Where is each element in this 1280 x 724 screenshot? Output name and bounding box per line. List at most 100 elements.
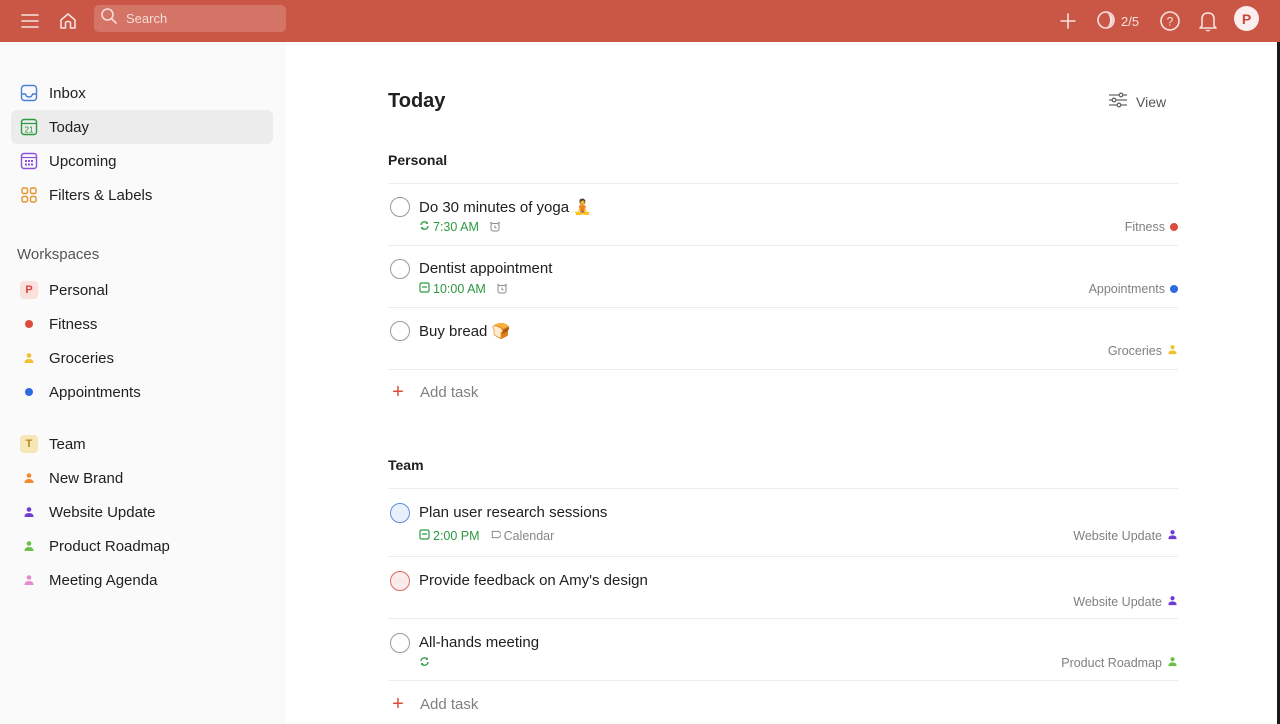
avatar[interactable]: P (1234, 6, 1259, 31)
home-icon[interactable] (55, 8, 81, 34)
sidebar-item-label: Product Roadmap (49, 537, 170, 555)
team-workspace-badge: T (20, 435, 38, 453)
page-title: Today (388, 90, 446, 112)
divider (388, 556, 1178, 557)
divider (388, 245, 1178, 246)
task-item: Provide feedback on Amy's design Website… (388, 571, 1178, 621)
sidebar-item-today[interactable]: 21 Today (11, 110, 273, 144)
task-project[interactable]: Website Update (1073, 595, 1178, 609)
search-placeholder: Search (126, 11, 168, 26)
divider (388, 369, 1178, 370)
task-project[interactable]: Website Update (1073, 529, 1178, 543)
task-project[interactable]: Fitness (1125, 220, 1178, 234)
project-product-roadmap[interactable]: Product Roadmap (11, 529, 273, 563)
recurring-icon (419, 220, 430, 234)
view-label: View (1136, 93, 1167, 110)
alarm-icon (489, 221, 501, 233)
task-project[interactable]: Groceries (1108, 344, 1178, 358)
task-title[interactable]: Plan user research sessions (419, 504, 607, 521)
project-dot-icon (20, 383, 38, 401)
add-task-button[interactable]: + Add task (388, 382, 478, 402)
recurring-icon[interactable] (419, 656, 430, 667)
project-dot-icon (20, 315, 38, 333)
plus-icon: + (392, 693, 404, 715)
add-task-button[interactable]: + Add task (388, 694, 478, 714)
shared-person-icon (1167, 656, 1178, 670)
yoga-emoji-icon: 🧘 (573, 199, 592, 216)
task-item: Plan user research sessions 2:00 PM Cale… (388, 503, 1178, 557)
task-due[interactable]: 2:00 PM (419, 529, 480, 543)
task-title[interactable]: Buy bread 🍞 (419, 322, 510, 340)
today-day-number: 21 (25, 126, 34, 135)
sidebar-item-label: Inbox (49, 84, 86, 102)
plus-icon[interactable] (1055, 8, 1081, 34)
sidebar-item-label: Fitness (49, 315, 98, 333)
svg-text:?: ? (1167, 15, 1174, 29)
task-checkbox-priority-red[interactable] (390, 571, 410, 591)
task-checkbox[interactable] (390, 259, 410, 279)
shared-person-icon (1167, 595, 1178, 609)
shared-person-icon (20, 571, 38, 589)
task-due[interactable]: 10:00 AM (419, 282, 486, 296)
task-item: Do 30 minutes of yoga 🧘 7:30 AM Fitness (388, 197, 1178, 247)
sidebar-item-label: Team (49, 435, 86, 453)
task-project[interactable]: Product Roadmap (1061, 656, 1178, 670)
sidebar-item-label: New Brand (49, 469, 124, 487)
productivity-icon (1096, 10, 1116, 33)
task-title[interactable]: All-hands meeting (419, 634, 539, 651)
task-checkbox[interactable] (390, 197, 410, 217)
task-item: All-hands meeting Product Roadmap (388, 633, 1178, 683)
sidebar-item-inbox[interactable]: Inbox (11, 76, 273, 110)
sliders-icon (1108, 92, 1128, 111)
bell-icon[interactable] (1195, 8, 1221, 34)
help-icon[interactable]: ? (1157, 8, 1183, 34)
task-title[interactable]: Do 30 minutes of yoga 🧘 (419, 198, 592, 216)
task-project[interactable]: Appointments (1089, 282, 1178, 296)
menu-icon[interactable] (17, 8, 43, 34)
personal-workspace-badge: P (20, 281, 38, 299)
productivity-button[interactable]: 2/5 (1096, 8, 1139, 34)
view-button[interactable]: View (1108, 92, 1166, 111)
project-dot-icon (1170, 223, 1178, 231)
sidebar-item-label: Groceries (49, 349, 115, 367)
sidebar-item-label: Meeting Agenda (49, 571, 158, 589)
task-title[interactable]: Dentist appointment (419, 260, 552, 277)
divider (388, 680, 1178, 681)
shared-person-icon (20, 537, 38, 555)
sidebar-item-label: Today (49, 118, 90, 136)
section-title-personal: Personal (388, 152, 448, 168)
main-content: Today View Personal Do 30 minutes of yog… (286, 42, 1266, 724)
project-meeting-agenda[interactable]: Meeting Agenda (11, 563, 273, 597)
sidebar-item-upcoming[interactable]: Upcoming (11, 144, 273, 178)
inbox-icon (20, 84, 38, 102)
divider (388, 618, 1178, 619)
filters-grid-icon (20, 186, 38, 204)
workspace-team[interactable]: T Team (11, 427, 273, 461)
task-checkbox[interactable] (390, 321, 410, 341)
calendar-icon (419, 282, 430, 296)
calendar-icon (419, 529, 430, 543)
task-checkbox-priority-blue[interactable] (390, 503, 410, 523)
calendar-grid-icon (20, 152, 38, 170)
calendar-today-icon: 21 (20, 118, 38, 136)
task-due[interactable]: 7:30 AM (419, 220, 479, 234)
plus-icon: + (392, 381, 404, 403)
task-checkbox[interactable] (390, 633, 410, 653)
workspace-personal[interactable]: P Personal (11, 273, 273, 307)
project-website-update[interactable]: Website Update (11, 495, 273, 529)
task-title[interactable]: Provide feedback on Amy's design (419, 572, 648, 589)
sidebar-item-label: Appointments (49, 383, 141, 401)
sidebar-item-filters-labels[interactable]: Filters & Labels (11, 178, 273, 212)
alarm-icon (496, 283, 508, 295)
project-appointments[interactable]: Appointments (11, 375, 273, 409)
search-input[interactable]: Search (94, 5, 286, 32)
task-label[interactable]: Calendar (490, 529, 554, 543)
project-new-brand[interactable]: New Brand (11, 461, 273, 495)
divider (388, 307, 1178, 308)
workspaces-heading: Workspaces (17, 246, 100, 263)
sidebar-item-label: Filters & Labels (49, 186, 153, 204)
project-fitness[interactable]: Fitness (11, 307, 273, 341)
task-item: Dentist appointment 10:00 AM Appointment… (388, 259, 1178, 309)
shared-person-icon (1167, 344, 1178, 358)
project-groceries[interactable]: Groceries (11, 341, 273, 375)
